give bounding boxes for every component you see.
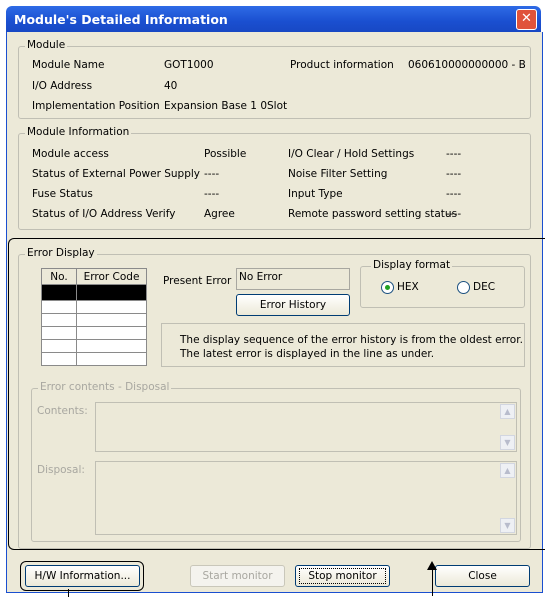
callout-bracket	[8, 238, 545, 550]
info-value: ----	[204, 188, 220, 200]
info-label: Status of I/O Address Verify	[32, 208, 176, 220]
callout-arrow-line	[432, 568, 433, 596]
callout-leader	[68, 589, 69, 597]
info-value: ----	[446, 188, 462, 200]
close-button[interactable]: Close	[435, 565, 530, 587]
close-icon[interactable]: ✕	[516, 9, 537, 30]
callout-highlight	[20, 561, 144, 591]
info-value: ----	[446, 148, 462, 160]
module-information-group: Module Information Module access Possibl…	[18, 126, 531, 230]
dialog-window: Module's Detailed Information ✕ Module M…	[0, 0, 545, 597]
callout-arrow-icon	[427, 561, 437, 570]
module-name-label: Module Name	[32, 59, 105, 71]
io-address-value: 40	[164, 80, 178, 92]
info-label: Status of External Power Supply	[32, 168, 201, 180]
title-bar[interactable]: Module's Detailed Information ✕	[6, 6, 541, 32]
info-label: Input Type	[288, 188, 343, 200]
module-name-value: GOT1000	[164, 59, 214, 71]
impl-position-value: Expansion Base 1 0Slot	[164, 100, 288, 112]
info-value: ----	[446, 208, 462, 220]
info-value: Possible	[204, 148, 247, 160]
info-label: I/O Clear / Hold Settings	[288, 148, 415, 160]
module-group: Module Module Name GOT1000 Product infor…	[18, 39, 531, 119]
stop-monitor-label: Stop monitor	[308, 570, 377, 582]
info-label: Remote password setting status	[288, 208, 458, 220]
info-value: ----	[446, 168, 462, 180]
io-address-label: I/O Address	[32, 80, 93, 92]
start-monitor-label: Start monitor	[202, 570, 273, 582]
product-info-value: 060610000000000 - B	[408, 59, 526, 71]
start-monitor-button[interactable]: Start monitor	[190, 565, 285, 587]
stop-monitor-button[interactable]: Stop monitor	[295, 565, 390, 587]
info-value: ----	[204, 168, 220, 180]
product-info-label: Product information	[290, 59, 394, 71]
info-value: Agree	[204, 208, 235, 220]
module-group-label: Module	[25, 39, 68, 51]
impl-position-label: Implementation Position	[32, 100, 160, 112]
close-button-label: Close	[468, 570, 497, 582]
window-title: Module's Detailed Information	[14, 12, 228, 27]
info-label: Noise Filter Setting	[288, 168, 388, 180]
module-information-label: Module Information	[25, 126, 132, 138]
info-label: Module access	[32, 148, 109, 160]
info-label: Fuse Status	[32, 188, 93, 200]
